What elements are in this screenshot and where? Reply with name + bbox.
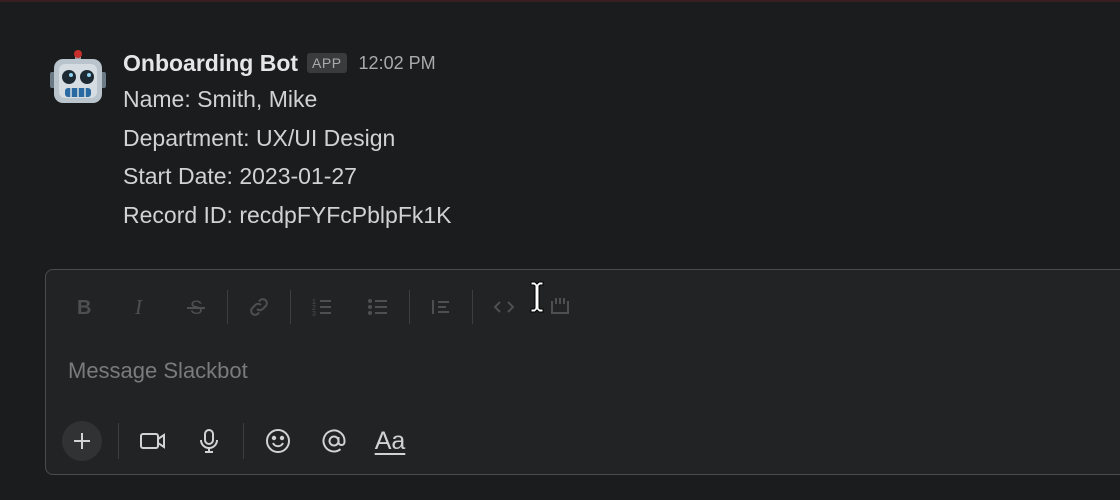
italic-button[interactable]: I <box>122 289 158 325</box>
link-button[interactable] <box>241 289 277 325</box>
svg-text:3: 3 <box>312 311 316 318</box>
formatting-button[interactable]: Aa <box>372 423 408 459</box>
emoji-icon <box>266 429 290 453</box>
text-cursor-icon <box>530 281 544 313</box>
ordered-list-icon: 123 <box>312 299 331 318</box>
strikethrough-icon: S <box>187 298 205 319</box>
plus-icon <box>74 433 90 449</box>
sender-name[interactable]: Onboarding Bot <box>123 50 298 77</box>
emoji-button[interactable] <box>260 423 296 459</box>
toolbar-divider <box>409 290 410 324</box>
message-header: Onboarding Bot APP 12:02 PM <box>123 46 452 80</box>
ordered-list-button[interactable]: 123 <box>304 289 340 325</box>
message-line-start-date: Start Date: 2023-01-27 <box>123 163 357 189</box>
message-line-record-id: Record ID: recdpFYFcPblpFk1K <box>123 201 452 228</box>
bold-button[interactable]: B <box>66 289 102 325</box>
microphone-icon <box>200 429 218 453</box>
toolbar-divider <box>472 290 473 324</box>
bulleted-list-button[interactable] <box>360 289 396 325</box>
video-icon <box>140 433 165 449</box>
robot-avatar-icon[interactable] <box>50 50 106 106</box>
actions-divider <box>243 423 244 459</box>
mention-button[interactable] <box>316 423 352 459</box>
message-line-name: Name: Smith, Mike <box>123 86 318 112</box>
mention-icon <box>322 429 346 453</box>
svg-text:B: B <box>77 297 91 319</box>
code-button[interactable] <box>486 289 522 325</box>
actions-divider <box>118 423 119 459</box>
message: Onboarding Bot APP 12:02 PM Name: Smith,… <box>50 46 452 234</box>
svg-text:I: I <box>134 295 143 319</box>
code-icon <box>493 301 515 313</box>
blockquote-icon <box>432 300 449 314</box>
code-block-icon <box>551 298 569 314</box>
formatting-toolbar: B I S 123 <box>66 288 578 326</box>
attach-button[interactable] <box>62 421 102 461</box>
bold-icon: B <box>77 297 91 319</box>
video-clip-button[interactable] <box>135 423 171 459</box>
blockquote-button[interactable] <box>423 289 459 325</box>
audio-clip-button[interactable] <box>191 423 227 459</box>
app-badge: APP <box>307 53 347 73</box>
message-line-department: Department: UX/UI Design <box>123 124 396 151</box>
toolbar-divider <box>290 290 291 324</box>
bulleted-list-icon <box>368 299 387 315</box>
top-divider <box>0 0 1120 2</box>
message-composer[interactable]: B I S 123 Message Slackbot Aa <box>45 269 1120 475</box>
message-timestamp[interactable]: 12:02 PM <box>359 53 436 74</box>
strikethrough-button[interactable]: S <box>178 289 214 325</box>
toolbar-divider <box>227 290 228 324</box>
message-body: Onboarding Bot APP 12:02 PM Name: Smith,… <box>123 46 452 234</box>
formatting-icon: Aa <box>374 426 406 455</box>
link-icon <box>250 298 268 316</box>
message-input[interactable]: Message Slackbot <box>68 358 248 384</box>
code-block-button[interactable] <box>542 289 578 325</box>
composer-actions: Aa <box>62 420 428 462</box>
italic-icon: I <box>134 295 143 319</box>
